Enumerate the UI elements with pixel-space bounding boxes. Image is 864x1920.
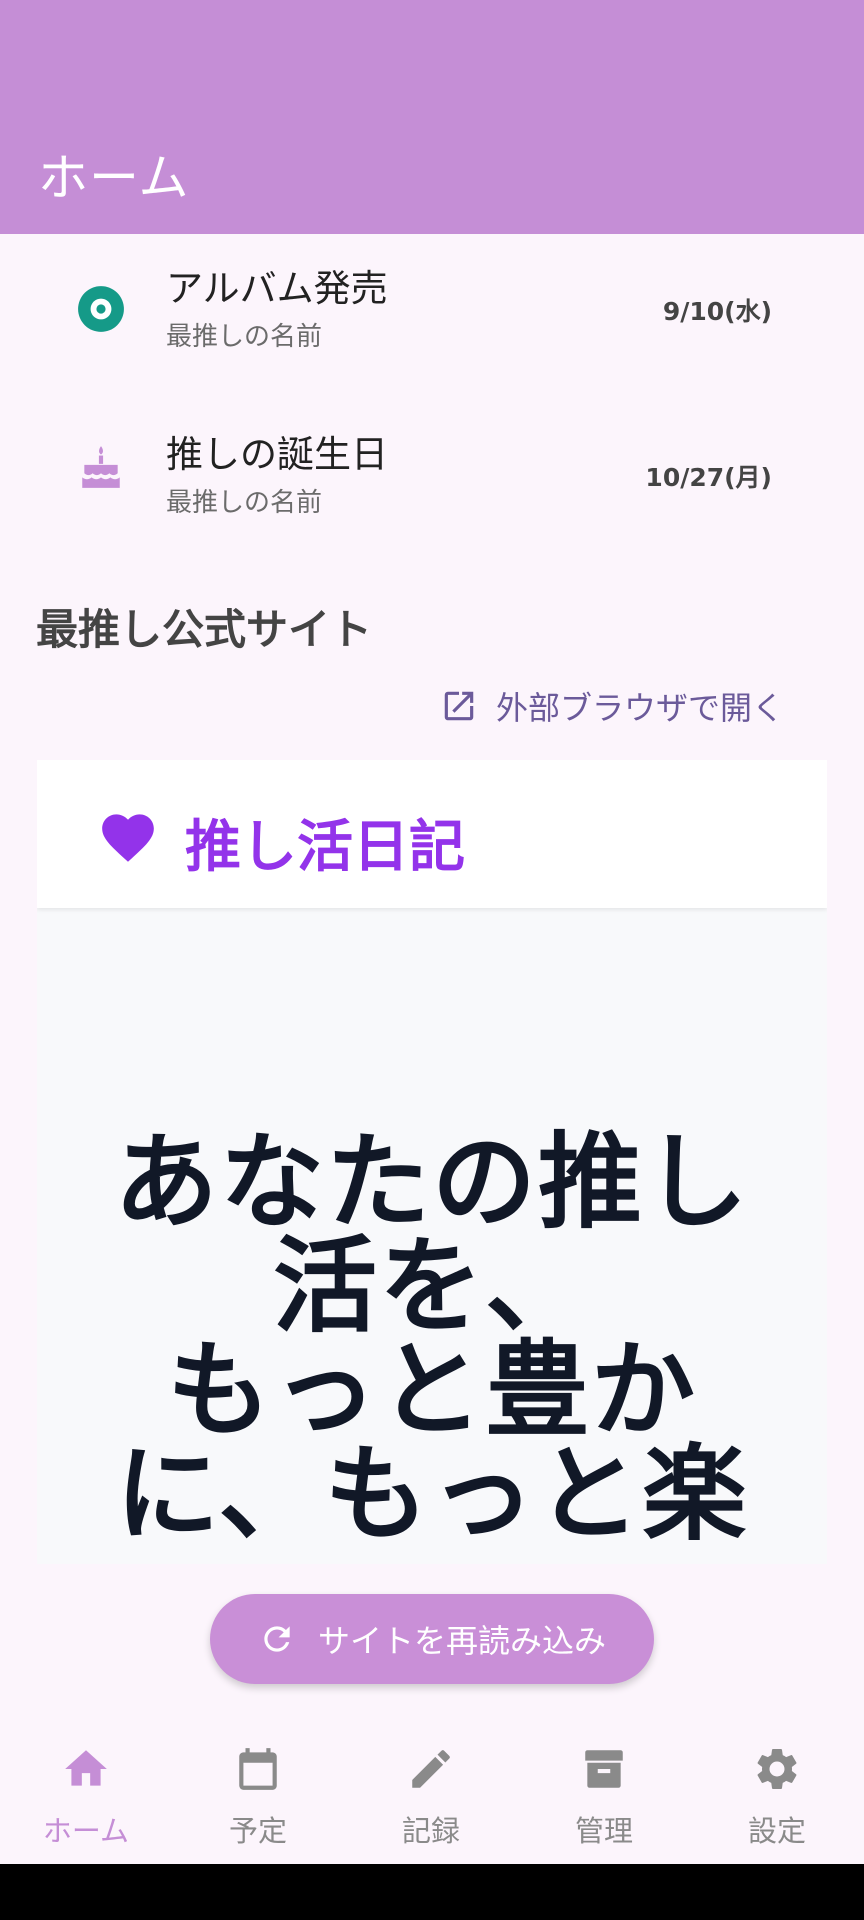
heart-icon xyxy=(102,814,154,862)
nav-label: 予定 xyxy=(228,1814,287,1848)
event-subtitle: 最推しの名前 xyxy=(166,488,323,518)
external-link-icon xyxy=(444,691,474,721)
nav-label: 設定 xyxy=(747,1814,806,1848)
nav-label: 管理 xyxy=(574,1814,633,1848)
nav-item-manage[interactable]: 管理 xyxy=(518,1730,690,1864)
section-title: 最推し公式サイト xyxy=(36,605,373,654)
home-icon xyxy=(65,1750,107,1786)
gear-icon xyxy=(757,1749,797,1789)
nav-item-settings[interactable]: 設定 xyxy=(691,1730,863,1864)
open-external-browser-button[interactable]: 外部ブラウザで開く xyxy=(440,680,784,732)
refresh-icon xyxy=(264,1626,290,1652)
site-header: 推し活日記 xyxy=(37,760,827,908)
open-browser-label: 外部ブラウザで開く xyxy=(496,689,785,727)
site-brand: 推し活日記 xyxy=(185,815,465,880)
reload-label: サイトを再読み込み xyxy=(317,1622,606,1660)
nav-item-home[interactable]: ホーム xyxy=(0,1730,172,1864)
cake-icon xyxy=(82,446,120,488)
disc-icon xyxy=(78,286,124,332)
nav-item-records[interactable]: 記録 xyxy=(345,1730,517,1864)
bottom-navigation: ホーム 予定 記録 管理 設定 xyxy=(0,1730,864,1864)
event-subtitle: 最推しの名前 xyxy=(166,322,323,352)
nav-label: ホーム xyxy=(42,1814,130,1848)
event-item-album[interactable]: アルバム発売 最推しの名前 9/10(水) xyxy=(0,234,864,384)
event-title: アルバム発売 xyxy=(166,267,388,310)
calendar-icon xyxy=(239,1748,277,1790)
official-site-webview[interactable]: 推し活日記 あなたの推し 活を、 もっと豊か に、もっと楽 xyxy=(37,760,827,1564)
nav-label: 記録 xyxy=(401,1814,460,1848)
page-title: ホーム xyxy=(38,149,190,207)
event-title: 推しの誕生日 xyxy=(166,433,388,476)
nav-item-schedule[interactable]: 予定 xyxy=(172,1730,344,1864)
reload-site-button[interactable]: サイトを再読み込み xyxy=(210,1594,654,1684)
event-date: 9/10(水) xyxy=(662,297,772,326)
event-date: 10/27(月) xyxy=(645,463,772,492)
system-navigation-bar xyxy=(0,1864,864,1920)
archive-icon xyxy=(585,1750,623,1788)
app-bar: ホーム xyxy=(0,0,864,234)
hero-heading: あなたの推し 活を、 もっと豊か に、もっと楽 xyxy=(113,1121,750,1555)
pencil-icon xyxy=(412,1750,450,1788)
event-item-birthday[interactable]: 推しの誕生日 最推しの名前 10/27(月) xyxy=(0,400,864,550)
